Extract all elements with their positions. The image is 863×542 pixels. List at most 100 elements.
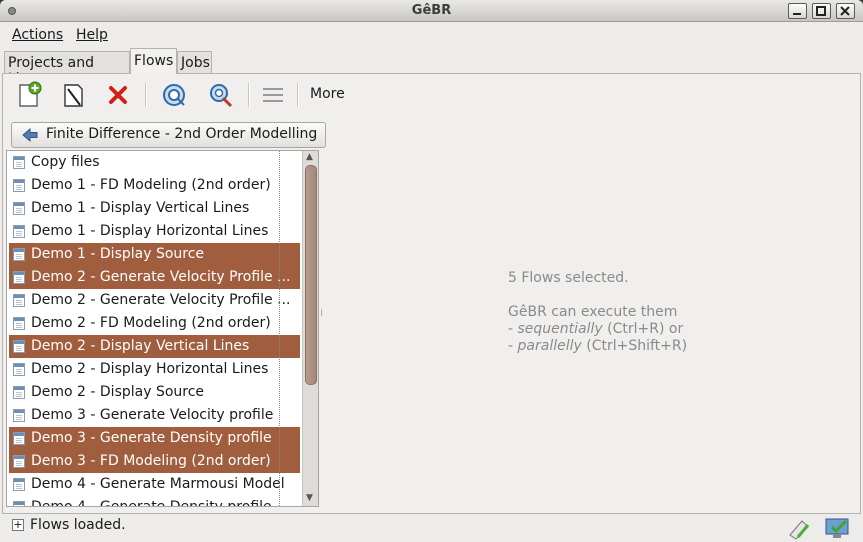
flow-label: Demo 3 - FD Modeling (2nd order)	[31, 453, 271, 469]
flow-list-item[interactable]: Demo 2 - Generate Velocity Profile ...	[9, 266, 300, 289]
flow-icon	[13, 478, 25, 491]
breadcrumb-label: Finite Difference - 2nd Order Modelling	[46, 126, 318, 142]
menu-actions[interactable]: Actions	[12, 27, 63, 43]
toolbar: More	[3, 74, 860, 116]
flow-icon	[13, 248, 25, 261]
status-expander[interactable]: +	[12, 519, 24, 531]
minimize-icon	[793, 13, 801, 15]
flow-icon	[13, 225, 25, 238]
flow-label: Demo 1 - FD Modeling (2nd order)	[31, 177, 271, 193]
column-divider	[279, 151, 280, 506]
new-document-icon	[19, 81, 42, 107]
toolbar-separator	[297, 83, 299, 107]
edit-flow-button[interactable]	[59, 81, 87, 109]
flow-list[interactable]: Copy files Demo 1 - FD Modeling (2nd orde…	[6, 150, 319, 507]
app-window: GêBR Actions Help Projects and Lines Flo…	[0, 0, 863, 542]
flow-label: Demo 4 - Generate Density profile	[31, 499, 272, 507]
window-title: GêBR	[411, 3, 452, 18]
flow-icon	[13, 386, 25, 399]
selection-info-panel: 5 Flows selected. GêBR can execute them …	[508, 270, 687, 355]
selected-count: 5 Flows selected.	[508, 270, 629, 286]
flow-icon	[13, 317, 25, 330]
maestro-connection-icon[interactable]	[786, 515, 812, 541]
flow-list-item[interactable]: Demo 4 - Generate Density profile	[9, 496, 300, 507]
list-icon	[263, 88, 283, 102]
flow-list-item[interactable]: Demo 2 - Display Source	[9, 381, 300, 404]
flow-list-item[interactable]: Demo 1 - Display Vertical Lines	[9, 197, 300, 220]
flows-page: More Finite Difference - 2nd Order Model…	[2, 73, 861, 514]
back-arrow-icon	[22, 128, 38, 142]
execute-intro: GêBR can execute them	[508, 304, 678, 320]
maximize-icon	[816, 6, 826, 16]
pane-resize-handle[interactable]: ⁞	[320, 308, 323, 319]
main-tabs: Projects and Lines Flows Jobs	[0, 48, 863, 87]
maximize-button[interactable]	[812, 3, 831, 19]
execute-details-button[interactable]	[207, 81, 235, 109]
line-breadcrumb-button[interactable]: Finite Difference - 2nd Order Modelling	[11, 122, 327, 148]
delete-flow-button[interactable]	[104, 81, 132, 109]
tab-projects-and-lines[interactable]: Projects and Lines	[4, 51, 130, 87]
flow-list-item[interactable]: Copy files	[9, 151, 300, 174]
flow-label: Demo 2 - Display Horizontal Lines	[31, 361, 269, 377]
flow-list-item[interactable]: Demo 2 - Display Horizontal Lines	[9, 358, 300, 381]
menu-help[interactable]: Help	[76, 27, 108, 43]
flow-label: Demo 2 - Display Source	[31, 384, 205, 400]
tab-flows[interactable]: Flows	[130, 48, 177, 74]
edit-document-icon	[64, 84, 83, 107]
flow-icon	[13, 409, 25, 422]
network-status-icon[interactable]	[824, 515, 852, 541]
flow-icon	[13, 363, 25, 376]
flow-label: Demo 2 - FD Modeling (2nd order)	[31, 315, 271, 331]
flow-label: Demo 3 - Generate Density profile	[31, 430, 272, 446]
flow-label: Demo 2 - Display Vertical Lines	[31, 338, 250, 354]
flow-label: Demo 2 - Generate Velocity Profile ...	[31, 292, 291, 308]
flow-list-item[interactable]: Demo 1 - Display Source	[9, 243, 300, 266]
flow-icon	[13, 340, 25, 353]
status-message: Flows loaded.	[30, 517, 126, 533]
flow-list-item[interactable]: Demo 3 - FD Modeling (2nd order)	[9, 450, 300, 473]
flow-label: Demo 1 - Display Horizontal Lines	[31, 223, 269, 239]
flow-list-item[interactable]: Demo 3 - Generate Density profile	[9, 427, 300, 450]
flow-icon	[13, 501, 25, 506]
flow-icon	[13, 179, 25, 192]
flow-icon	[13, 455, 25, 468]
flow-label: Demo 1 - Display Vertical Lines	[31, 200, 250, 216]
execute-sequential-hint: - sequentially (Ctrl+R) or	[508, 321, 684, 337]
toolbar-separator	[248, 83, 250, 107]
status-bar: + Flows loaded.	[0, 515, 863, 542]
more-button[interactable]: More	[310, 86, 345, 102]
flow-list-item[interactable]: Demo 1 - FD Modeling (2nd order)	[9, 174, 300, 197]
flow-list-item[interactable]: Demo 3 - Generate Velocity profile	[9, 404, 300, 427]
menu-bar: Actions Help	[0, 23, 863, 47]
flow-list-scrollbar[interactable]: ▲ ▼	[302, 151, 318, 506]
flow-label: Demo 3 - Generate Velocity profile	[31, 407, 274, 423]
flow-icon	[13, 271, 25, 284]
new-flow-button[interactable]	[15, 81, 43, 109]
flow-label: Copy files	[31, 154, 100, 170]
flow-icon	[13, 156, 25, 169]
flow-label: Demo 2 - Generate Velocity Profile ...	[31, 269, 291, 285]
flow-list-item[interactable]: Demo 1 - Display Horizontal Lines	[9, 220, 300, 243]
close-window-button[interactable]	[836, 3, 855, 19]
scroll-down-icon[interactable]: ▼	[306, 493, 313, 503]
minimize-button[interactable]	[788, 3, 807, 19]
execute-details-icon	[210, 84, 233, 108]
flow-list-item[interactable]: Demo 2 - FD Modeling (2nd order)	[9, 312, 300, 335]
flow-list-item[interactable]: Demo 2 - Generate Velocity Profile ...	[9, 289, 300, 312]
close-icon	[840, 6, 850, 16]
flow-list-item[interactable]: Demo 4 - Generate Marmousi Model	[9, 473, 300, 496]
title-bar[interactable]: GêBR	[0, 0, 863, 22]
scrollbar-thumb[interactable]	[305, 165, 317, 385]
execute-flow-button[interactable]	[160, 81, 188, 109]
flow-list-item[interactable]: Demo 2 - Display Vertical Lines	[9, 335, 300, 358]
delete-icon	[109, 86, 127, 104]
flow-label: Demo 4 - Generate Marmousi Model	[31, 476, 285, 492]
flow-icon	[13, 294, 25, 307]
tab-jobs[interactable]: Jobs	[177, 51, 212, 74]
flow-icon	[13, 432, 25, 445]
flow-list-view-button[interactable]	[259, 81, 287, 109]
execute-gear-icon	[163, 84, 185, 106]
toolbar-separator	[145, 83, 147, 107]
execute-parallel-hint: - parallelly (Ctrl+Shift+R)	[508, 338, 688, 354]
scroll-up-icon[interactable]: ▲	[306, 152, 313, 162]
